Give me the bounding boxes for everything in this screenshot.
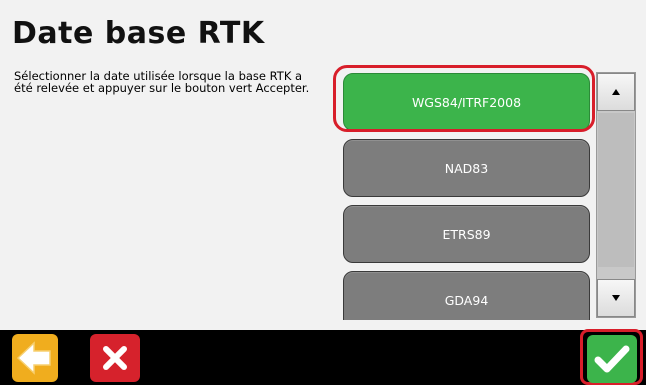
accept-button[interactable] bbox=[587, 335, 637, 383]
datum-option-nad83[interactable]: NAD83 bbox=[343, 139, 590, 197]
datum-option-label: ETRS89 bbox=[442, 226, 491, 242]
datum-option-etrs89[interactable]: ETRS89 bbox=[343, 205, 590, 263]
check-icon bbox=[594, 345, 630, 373]
scroll-thumb[interactable] bbox=[598, 113, 634, 267]
cancel-button[interactable] bbox=[90, 334, 140, 382]
triangle-down-icon bbox=[612, 295, 620, 301]
triangle-up-icon bbox=[612, 89, 620, 95]
datum-option-label: GDA94 bbox=[444, 292, 489, 308]
x-icon bbox=[103, 346, 127, 370]
list-scrollbar[interactable] bbox=[596, 72, 636, 318]
datum-selection-screen: Date base RTK Sélectionner la date utili… bbox=[0, 0, 646, 385]
scroll-up-button[interactable] bbox=[597, 73, 635, 111]
page-title: Date base RTK bbox=[12, 16, 265, 51]
arrow-left-icon bbox=[16, 341, 51, 375]
selection-highlight-frame bbox=[333, 65, 595, 132]
instructions-text: Sélectionner la date utilisée lorsque la… bbox=[14, 69, 310, 95]
back-button[interactable] bbox=[12, 334, 58, 382]
scroll-down-button[interactable] bbox=[597, 279, 635, 317]
datum-option-label: NAD83 bbox=[444, 160, 489, 176]
datum-option-gda94[interactable]: GDA94 bbox=[343, 271, 590, 320]
